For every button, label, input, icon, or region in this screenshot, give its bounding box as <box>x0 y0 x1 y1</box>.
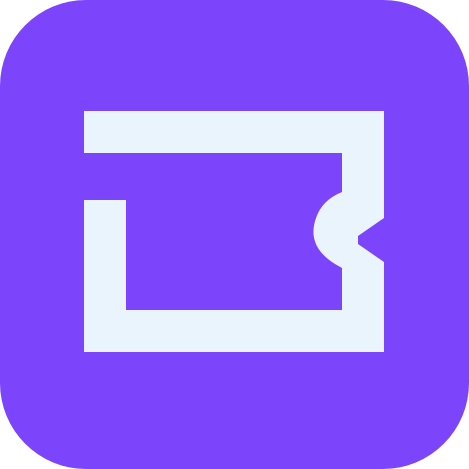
app-icon[interactable] <box>0 0 469 469</box>
ticket-logo-icon <box>0 0 469 469</box>
app-icon-background <box>0 0 469 469</box>
